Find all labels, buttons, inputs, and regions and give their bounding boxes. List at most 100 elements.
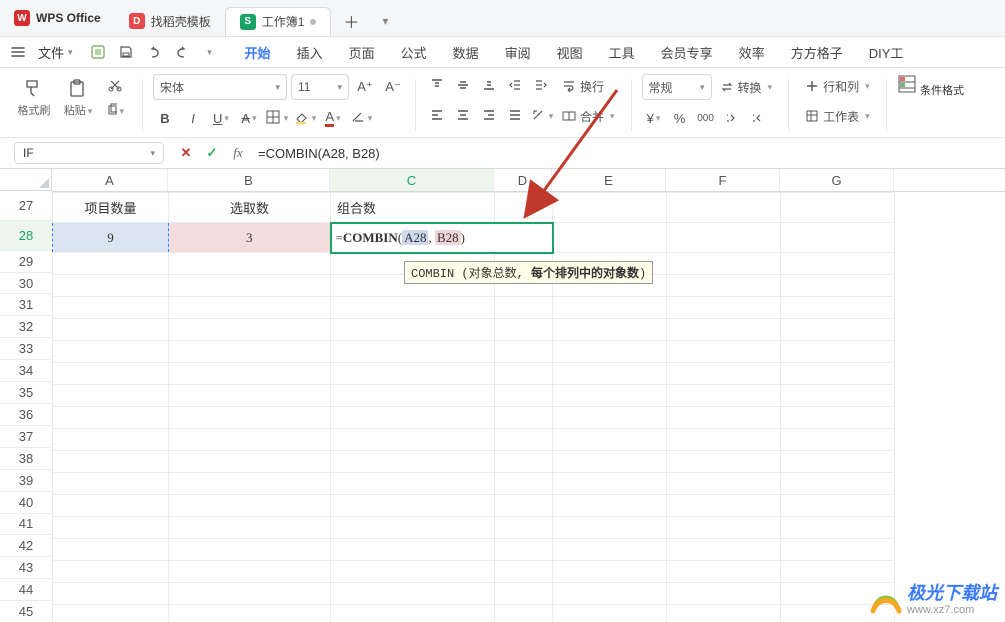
- row-header-35[interactable]: 35: [0, 382, 52, 404]
- row-header-42[interactable]: 42: [0, 535, 52, 557]
- cell-F33[interactable]: [667, 341, 781, 363]
- align-center-icon[interactable]: [452, 104, 476, 128]
- cell-C45[interactable]: [331, 605, 495, 622]
- increase-decimal-icon[interactable]: [720, 106, 744, 130]
- cell-B44[interactable]: [169, 583, 331, 605]
- qat-more-icon[interactable]: ▾: [197, 40, 223, 64]
- cell-C38[interactable]: [331, 451, 495, 473]
- strikethrough-icon[interactable]: A▾: [237, 106, 261, 130]
- tab-view[interactable]: 视图: [545, 40, 595, 64]
- paste-button[interactable]: 粘贴▾: [58, 74, 98, 122]
- cell-G38[interactable]: [781, 451, 895, 473]
- cell-E35[interactable]: [553, 385, 667, 407]
- align-right-icon[interactable]: [478, 104, 502, 128]
- cell-E42[interactable]: [553, 539, 667, 561]
- accept-icon[interactable]: ✓: [202, 143, 222, 163]
- row-header-34[interactable]: 34: [0, 360, 52, 382]
- cell-G37[interactable]: [781, 429, 895, 451]
- align-justify-icon[interactable]: [504, 104, 528, 128]
- row-header-44[interactable]: 44: [0, 579, 52, 601]
- cell-A30[interactable]: [53, 275, 169, 297]
- copy-icon[interactable]: ▾: [102, 100, 128, 122]
- align-left-icon[interactable]: [426, 104, 450, 128]
- cell-B29[interactable]: [169, 253, 331, 275]
- cell-B42[interactable]: [169, 539, 331, 561]
- cell-D39[interactable]: [495, 473, 553, 495]
- cell-G36[interactable]: [781, 407, 895, 429]
- tab-review[interactable]: 审阅: [493, 40, 543, 64]
- fx-icon[interactable]: fx: [228, 143, 248, 163]
- row-header-37[interactable]: 37: [0, 426, 52, 448]
- font-name-combo[interactable]: 宋体▾: [153, 74, 287, 100]
- qat-app-icon[interactable]: [85, 40, 111, 64]
- cell-F42[interactable]: [667, 539, 781, 561]
- align-bottom-icon[interactable]: [478, 74, 502, 98]
- tab-efficiency[interactable]: 效率: [727, 40, 777, 64]
- cell-A37[interactable]: [53, 429, 169, 451]
- row-header-40[interactable]: 40: [0, 492, 52, 514]
- cell-G34[interactable]: [781, 363, 895, 385]
- cell-F36[interactable]: [667, 407, 781, 429]
- row-header-28[interactable]: 28: [0, 221, 52, 251]
- cell-B38[interactable]: [169, 451, 331, 473]
- col-header-D[interactable]: D: [494, 169, 552, 191]
- cell-F28[interactable]: [667, 223, 781, 253]
- convert-button[interactable]: 转换▾: [714, 75, 779, 99]
- row-header-29[interactable]: 29: [0, 251, 52, 273]
- cell-E31[interactable]: [553, 297, 667, 319]
- cell-G41[interactable]: [781, 517, 895, 539]
- cell-F41[interactable]: [667, 517, 781, 539]
- qat-save-icon[interactable]: [113, 40, 139, 64]
- cell-B43[interactable]: [169, 561, 331, 583]
- tab-formula[interactable]: 公式: [389, 40, 439, 64]
- qat-undo-icon[interactable]: [141, 40, 167, 64]
- cut-icon[interactable]: [102, 74, 128, 96]
- col-header-F[interactable]: F: [666, 169, 780, 191]
- align-top-icon[interactable]: [426, 74, 450, 98]
- cell-A33[interactable]: [53, 341, 169, 363]
- clear-format-icon[interactable]: ▾: [349, 106, 373, 130]
- col-header-G[interactable]: G: [780, 169, 894, 191]
- cell-B30[interactable]: [169, 275, 331, 297]
- cell-A39[interactable]: [53, 473, 169, 495]
- cell-B41[interactable]: [169, 517, 331, 539]
- cell-C44[interactable]: [331, 583, 495, 605]
- new-tab-button[interactable]: ＋: [337, 7, 365, 35]
- cell-C31[interactable]: [331, 297, 495, 319]
- cell-B37[interactable]: [169, 429, 331, 451]
- cell-B40[interactable]: [169, 495, 331, 517]
- cell-C34[interactable]: [331, 363, 495, 385]
- cell-C28[interactable]: =COMBIN(A28, B28): [331, 223, 553, 253]
- select-all-corner[interactable]: [0, 169, 52, 191]
- cell-D37[interactable]: [495, 429, 553, 451]
- file-menu[interactable]: 文件 ▾: [30, 40, 81, 64]
- cell-C43[interactable]: [331, 561, 495, 583]
- tab-insert[interactable]: 插入: [285, 40, 335, 64]
- cell-B45[interactable]: [169, 605, 331, 622]
- qat-redo-icon[interactable]: [169, 40, 195, 64]
- cell-D42[interactable]: [495, 539, 553, 561]
- cell-A42[interactable]: [53, 539, 169, 561]
- cell-A28[interactable]: 9: [53, 223, 169, 253]
- indent-decrease-icon[interactable]: [504, 74, 528, 98]
- col-header-B[interactable]: B: [168, 169, 330, 191]
- cell-E27[interactable]: [553, 193, 667, 223]
- cell-D27[interactable]: [495, 193, 553, 223]
- cell-F34[interactable]: [667, 363, 781, 385]
- row-header-33[interactable]: 33: [0, 338, 52, 360]
- cell-C36[interactable]: [331, 407, 495, 429]
- cell-G40[interactable]: [781, 495, 895, 517]
- row-header-31[interactable]: 31: [0, 294, 52, 316]
- cell-A43[interactable]: [53, 561, 169, 583]
- cell-A44[interactable]: [53, 583, 169, 605]
- cell-B35[interactable]: [169, 385, 331, 407]
- cell-A35[interactable]: [53, 385, 169, 407]
- font-size-combo[interactable]: 11▾: [291, 74, 349, 100]
- orientation-icon[interactable]: ▾: [530, 104, 554, 128]
- tab-workbook[interactable]: S 工作簿1: [225, 7, 332, 36]
- cell-D43[interactable]: [495, 561, 553, 583]
- cell-D35[interactable]: [495, 385, 553, 407]
- formula-input[interactable]: =COMBIN(A28, B28): [258, 142, 991, 164]
- tab-page[interactable]: 页面: [337, 40, 387, 64]
- cell-C37[interactable]: [331, 429, 495, 451]
